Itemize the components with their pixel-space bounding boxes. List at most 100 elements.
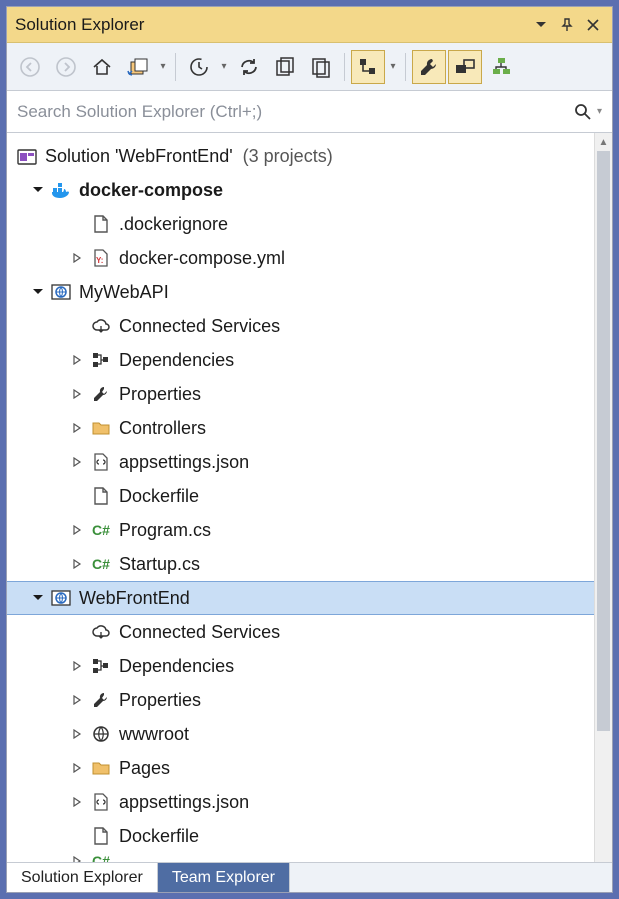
node-connected-services[interactable]: Connected Services — [7, 615, 594, 649]
node-properties[interactable]: Properties — [7, 683, 594, 717]
node-label: MyWebAPI — [79, 282, 169, 303]
tab-team-explorer[interactable]: Team Explorer — [158, 863, 290, 892]
node-label: docker-compose.yml — [119, 248, 285, 269]
file-appsettings[interactable]: appsettings.json — [7, 445, 594, 479]
file-dockerfile[interactable]: Dockerfile — [7, 819, 594, 853]
expand-arrow-icon[interactable] — [67, 758, 87, 778]
toolbar-separator — [175, 53, 176, 81]
cloud-icon — [89, 314, 113, 338]
node-label: wwwroot — [119, 724, 189, 745]
show-all-files-button[interactable] — [304, 50, 338, 84]
cloud-icon — [89, 620, 113, 644]
sync-button[interactable] — [232, 50, 266, 84]
node-label: Properties — [119, 384, 201, 405]
home-button[interactable] — [85, 50, 119, 84]
folder-icon — [89, 416, 113, 440]
node-connected-services[interactable]: Connected Services — [7, 309, 594, 343]
switch-views-dropdown[interactable]: ▾ — [157, 61, 169, 72]
solution-icon — [15, 144, 39, 168]
file-dockerignore[interactable]: .dockerignore — [7, 207, 594, 241]
node-label: Dependencies — [119, 350, 234, 371]
toolbar-separator — [344, 53, 345, 81]
tab-label: Team Explorer — [172, 869, 275, 887]
expand-arrow-icon[interactable] — [67, 792, 87, 812]
expand-arrow-icon[interactable] — [67, 724, 87, 744]
node-label: appsettings.json — [119, 792, 249, 813]
folder-controllers[interactable]: Controllers — [7, 411, 594, 445]
expand-arrow-icon[interactable] — [67, 520, 87, 540]
tab-label: Solution Explorer — [21, 869, 143, 887]
search-icon[interactable]: ▾ — [573, 102, 602, 122]
pending-changes-button[interactable] — [182, 50, 216, 84]
class-view-button[interactable] — [484, 50, 518, 84]
expand-arrow-icon[interactable] — [27, 588, 47, 608]
search-bar: ▾ — [7, 91, 612, 133]
node-label: Controllers — [119, 418, 206, 439]
node-label: Startup.cs — [119, 554, 200, 575]
expand-arrow-icon[interactable] — [67, 452, 87, 472]
node-properties[interactable]: Properties — [7, 377, 594, 411]
expand-arrow-icon[interactable] — [27, 180, 47, 200]
file-docker-compose-yml[interactable]: Y: docker-compose.yml — [7, 241, 594, 275]
csharp-icon: C# — [89, 853, 113, 862]
file-icon — [89, 484, 113, 508]
scroll-thumb[interactable] — [597, 151, 610, 731]
pending-changes-dropdown[interactable]: ▾ — [218, 61, 230, 72]
toolbar-separator — [405, 53, 406, 81]
wrench-icon — [89, 688, 113, 712]
file-program-cs[interactable]: C# Program.cs — [7, 513, 594, 547]
bottom-tabs: Solution Explorer Team Explorer — [7, 862, 612, 892]
solution-node[interactable]: Solution 'WebFrontEnd' (3 projects) — [7, 139, 594, 173]
tab-solution-explorer[interactable]: Solution Explorer — [7, 863, 158, 892]
expand-arrow-icon[interactable] — [67, 690, 87, 710]
close-icon[interactable] — [582, 14, 604, 36]
expand-arrow-icon[interactable] — [67, 853, 87, 862]
file-startup-cs[interactable]: C# Startup.cs — [7, 547, 594, 581]
folder-wwwroot[interactable]: wwwroot — [7, 717, 594, 751]
nav-back-button[interactable] — [13, 50, 47, 84]
window-dropdown-icon[interactable] — [530, 14, 552, 36]
folder-icon — [89, 756, 113, 780]
node-label: Dockerfile — [119, 826, 199, 847]
node-dependencies[interactable]: Dependencies — [7, 649, 594, 683]
nav-forward-button[interactable] — [49, 50, 83, 84]
tree-view-dropdown[interactable]: ▾ — [387, 61, 399, 72]
expand-arrow-icon[interactable] — [27, 282, 47, 302]
file-cutoff[interactable]: C# — [7, 853, 594, 862]
titlebar: Solution Explorer — [7, 7, 612, 43]
folder-pages[interactable]: Pages — [7, 751, 594, 785]
panel-title: Solution Explorer — [15, 15, 526, 35]
expand-arrow-icon[interactable] — [67, 350, 87, 370]
file-appsettings[interactable]: appsettings.json — [7, 785, 594, 819]
file-icon — [89, 212, 113, 236]
properties-button[interactable] — [412, 50, 446, 84]
node-label: Properties — [119, 690, 201, 711]
node-label: Pages — [119, 758, 170, 779]
preview-button[interactable] — [448, 50, 482, 84]
collapse-all-button[interactable] — [268, 50, 302, 84]
wrench-icon — [89, 382, 113, 406]
solution-tree[interactable]: Solution 'WebFrontEnd' (3 projects) dock… — [7, 133, 594, 862]
solution-count: (3 projects) — [243, 146, 333, 167]
project-docker-compose[interactable]: docker-compose — [7, 173, 594, 207]
expand-arrow-icon[interactable] — [67, 384, 87, 404]
switch-views-button[interactable] — [121, 50, 155, 84]
project-mywebapi[interactable]: MyWebAPI — [7, 275, 594, 309]
yaml-icon: Y: — [89, 246, 113, 270]
expand-arrow-icon[interactable] — [67, 554, 87, 574]
file-dockerfile[interactable]: Dockerfile — [7, 479, 594, 513]
scroll-up-icon[interactable]: ▲ — [595, 133, 612, 151]
pin-icon[interactable] — [556, 14, 578, 36]
search-input[interactable] — [17, 102, 573, 122]
dependencies-icon — [89, 654, 113, 678]
scrollbar[interactable]: ▲ — [594, 133, 612, 862]
expand-arrow-icon[interactable] — [67, 248, 87, 268]
node-label: appsettings.json — [119, 452, 249, 473]
expand-arrow-icon[interactable] — [67, 656, 87, 676]
svg-text:Y:: Y: — [96, 256, 103, 265]
docker-icon — [49, 178, 73, 202]
node-dependencies[interactable]: Dependencies — [7, 343, 594, 377]
project-webfrontend[interactable]: WebFrontEnd — [7, 581, 594, 615]
expand-arrow-icon[interactable] — [67, 418, 87, 438]
tree-view-toggle[interactable] — [351, 50, 385, 84]
